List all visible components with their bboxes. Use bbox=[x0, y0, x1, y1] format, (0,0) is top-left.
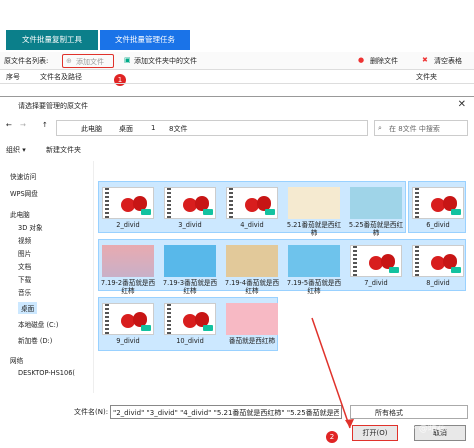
arrow-annotation bbox=[311, 317, 354, 429]
